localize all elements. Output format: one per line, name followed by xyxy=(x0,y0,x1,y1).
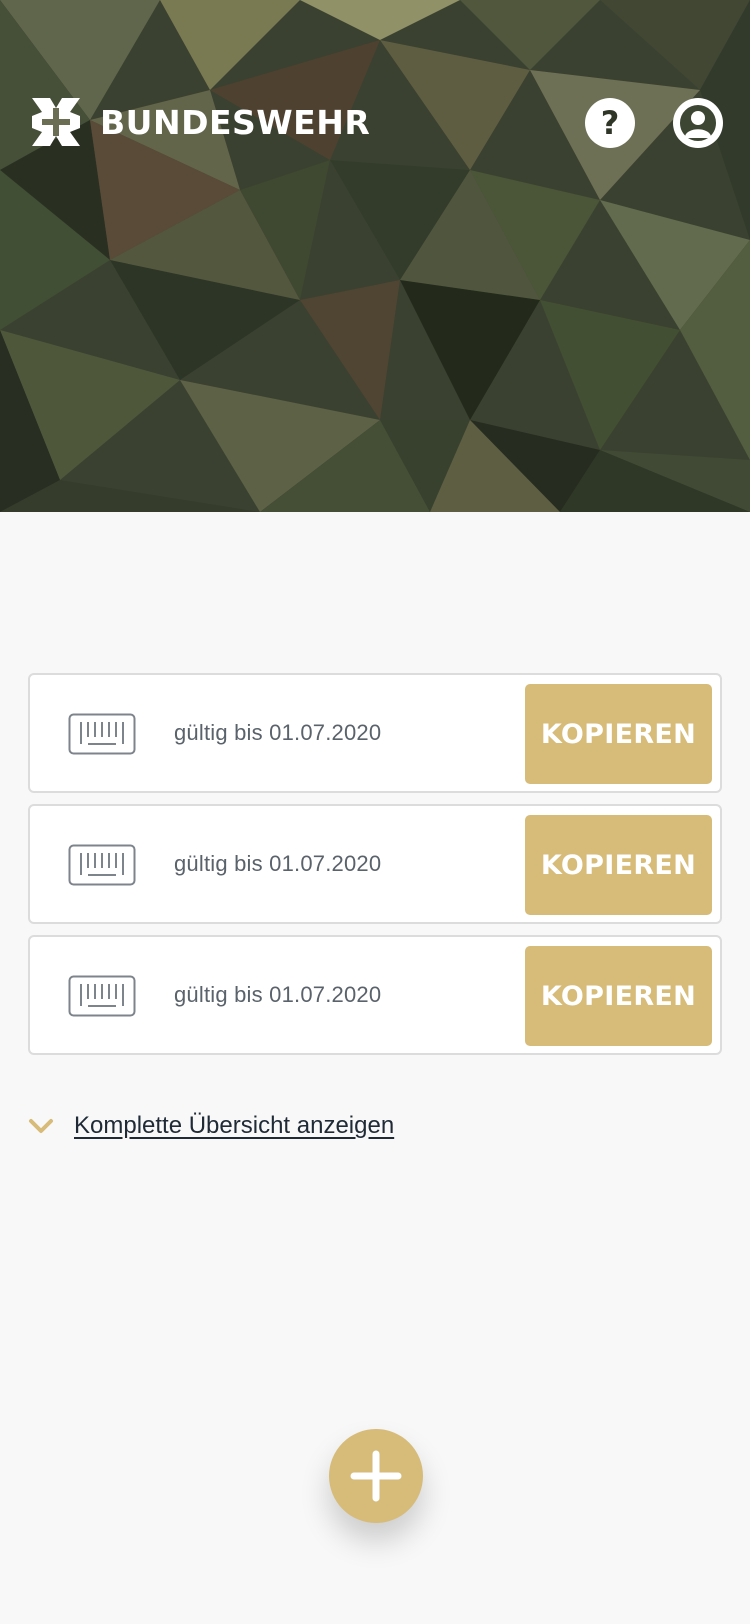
camouflage-header: BUNDESWEHR ? xyxy=(0,0,750,512)
validity-text: gültig bis 01.07.2020 xyxy=(174,851,382,876)
bundeswehr-logo: BUNDESWEHR xyxy=(28,94,370,150)
copy-button[interactable]: KOPIEREN xyxy=(525,946,712,1046)
validity-text: gültig bis 01.07.2020 xyxy=(174,982,382,1007)
iron-cross-icon xyxy=(32,98,80,146)
user-circle-icon xyxy=(673,98,723,148)
code-card: gültig bis 01.07.2020 KOPIEREN xyxy=(28,935,722,1055)
validity-text: gültig bis 01.07.2020 xyxy=(174,720,382,745)
help-button[interactable]: ? xyxy=(585,98,635,148)
plus-icon xyxy=(350,1450,402,1502)
code-card: gültig bis 01.07.2020 KOPIEREN xyxy=(28,804,722,924)
top-bar: BUNDESWEHR ? xyxy=(0,88,750,158)
barcode-icon xyxy=(68,713,136,755)
code-list: gültig bis 01.07.2020 KOPIEREN gültig bi… xyxy=(28,673,722,1066)
help-circle-icon: ? xyxy=(600,104,620,142)
code-card: gültig bis 01.07.2020 KOPIEREN xyxy=(28,673,722,793)
add-button[interactable] xyxy=(329,1429,423,1523)
profile-button[interactable] xyxy=(673,98,723,148)
chevron-down-icon xyxy=(29,1119,53,1133)
camouflage-pattern xyxy=(0,0,750,512)
copy-button[interactable]: KOPIEREN xyxy=(525,815,712,915)
brand-name: BUNDESWEHR xyxy=(100,102,371,142)
copy-button[interactable]: KOPIEREN xyxy=(525,684,712,784)
barcode-icon xyxy=(68,844,136,886)
overview-toggle[interactable]: Komplette Übersicht anzeigen xyxy=(28,1110,394,1142)
barcode-icon xyxy=(68,975,136,1017)
overview-link[interactable]: Komplette Übersicht anzeigen xyxy=(74,1112,394,1140)
